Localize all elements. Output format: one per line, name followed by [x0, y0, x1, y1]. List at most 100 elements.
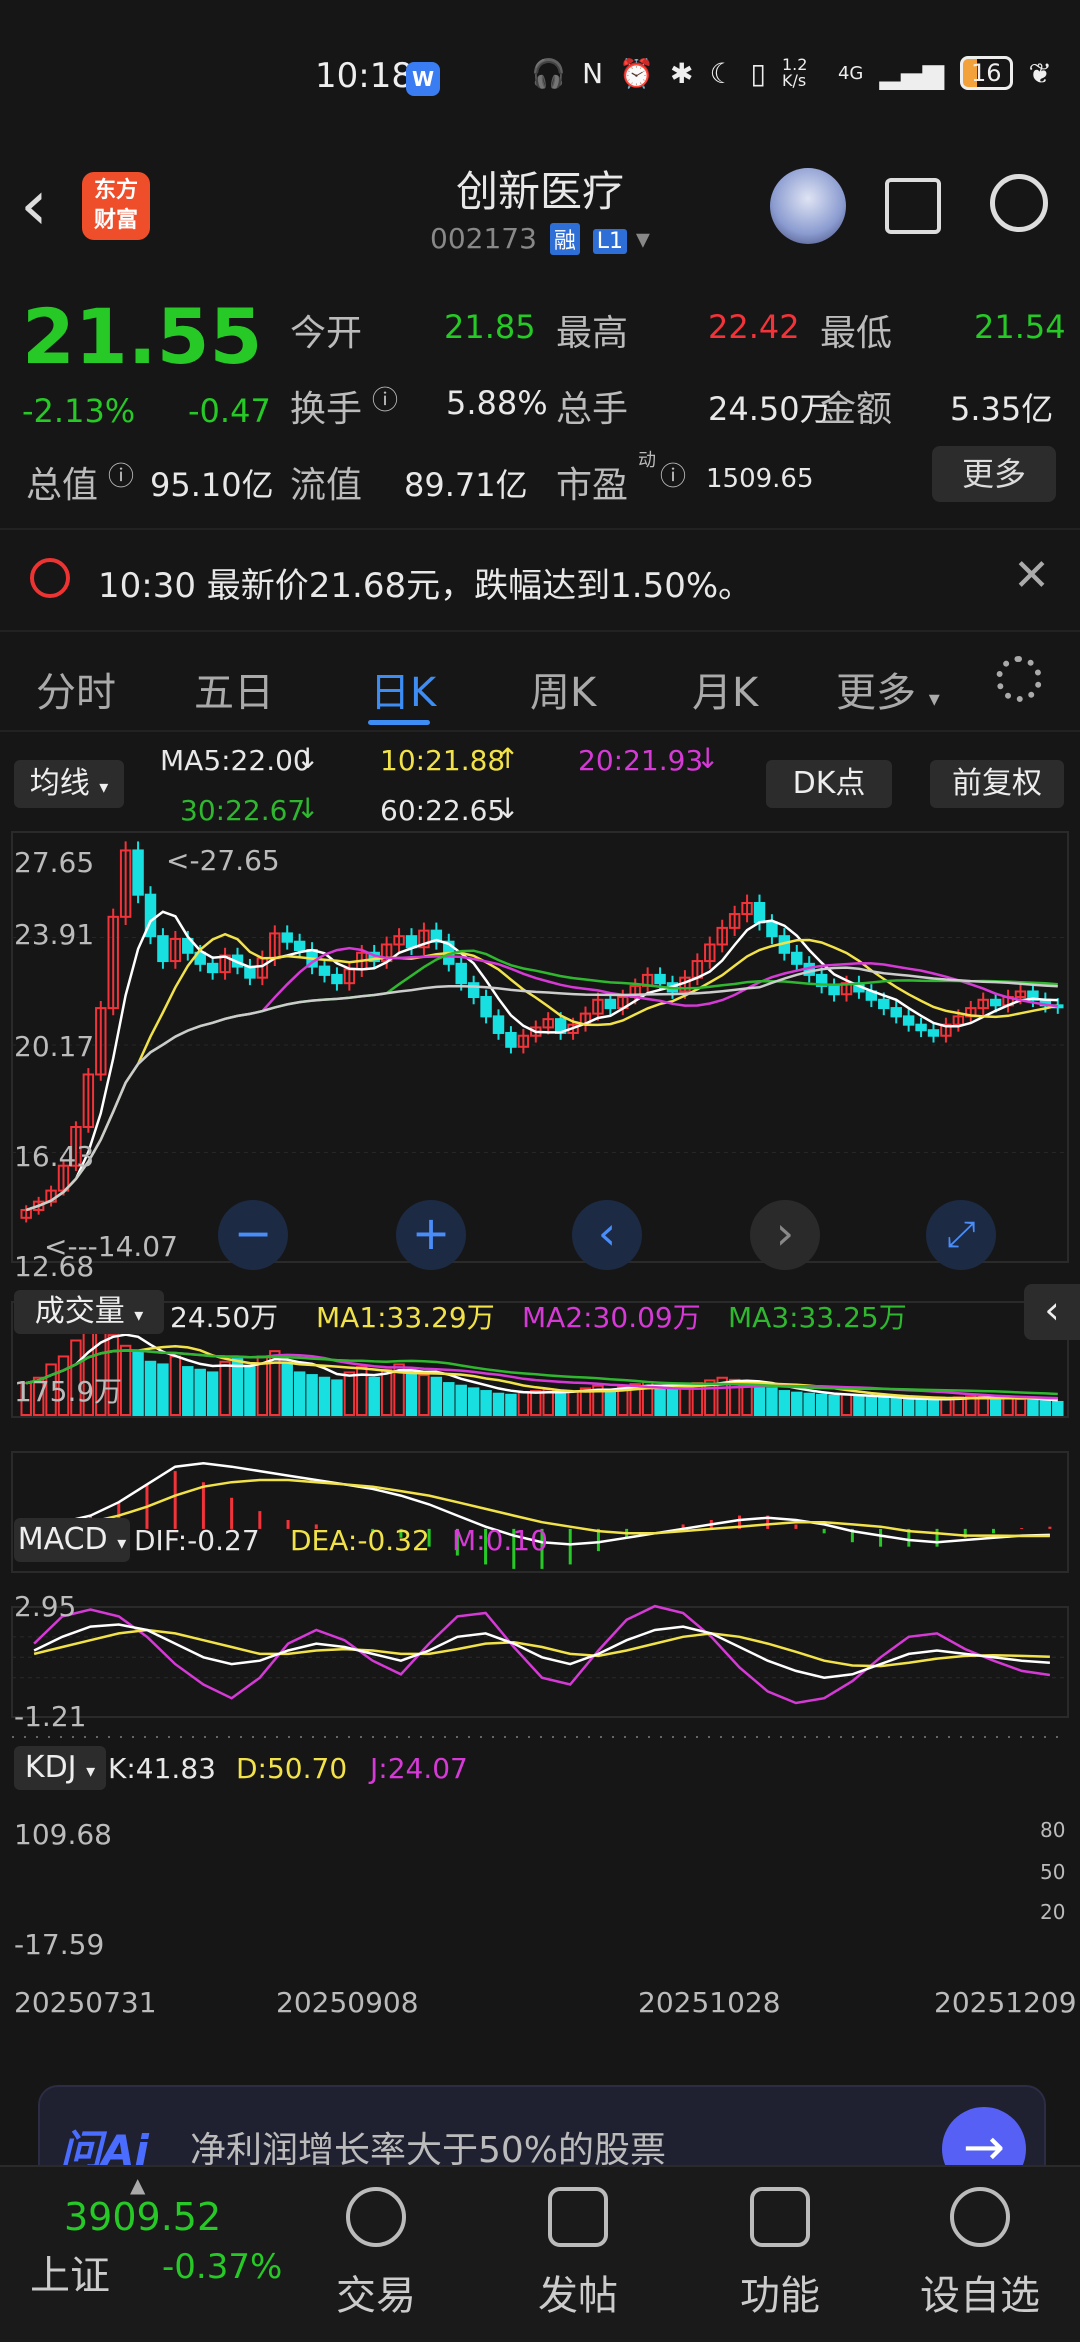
float-label: 流值: [290, 465, 363, 506]
min-price-mark: <---14.07: [44, 1230, 178, 1263]
search-icon[interactable]: [990, 174, 1048, 232]
volume-bar: [791, 1391, 803, 1416]
zoom-out-button[interactable]: −: [218, 1200, 288, 1270]
kdj-right-tick-80: 80: [1040, 1818, 1066, 1842]
kdj-tick-bottom: -17.59: [14, 1928, 105, 1961]
volume-panel-label: 成交量: [34, 1294, 125, 1329]
zoom-in-button[interactable]: +: [396, 1200, 466, 1270]
ma5-label: MA5:22.00: [160, 744, 311, 777]
high-value: 22.42: [708, 308, 800, 346]
price-tick-1: 23.91: [14, 918, 95, 951]
candle-body: [293, 940, 306, 952]
volume-bar: [878, 1396, 890, 1416]
price-alert-banner[interactable]: 10:30 最新价21.68元，跌幅达到1.50%。 ✕: [0, 528, 1080, 632]
volume-bar: [368, 1376, 380, 1417]
index-value[interactable]: 3909.52: [64, 2195, 221, 2239]
high-label: 最高: [556, 313, 629, 354]
post-icon[interactable]: [548, 2187, 608, 2247]
volume-bar: [840, 1393, 853, 1417]
volume-bar: [157, 1363, 169, 1416]
ma30-line: [25, 949, 1058, 1212]
nav-post[interactable]: 发帖: [498, 2263, 658, 2321]
kline-chart[interactable]: [0, 830, 1080, 2060]
volume-bar: [492, 1392, 505, 1417]
arrow-down-icon: ↓: [296, 792, 320, 825]
nav-trade[interactable]: 交易: [296, 2263, 456, 2321]
macd-dif: DIF:-0.27: [134, 1524, 260, 1557]
ma-selector[interactable]: 均线 ▾: [14, 760, 124, 808]
fullscreen-button[interactable]: ⤢: [926, 1200, 996, 1270]
nav-functions[interactable]: 功能: [700, 2263, 860, 2321]
pe-info-icon[interactable]: ⓘ: [660, 456, 686, 493]
side-panel-toggle[interactable]: ‹: [1024, 1284, 1080, 1340]
low-label: 最低: [820, 313, 893, 354]
gear-icon[interactable]: [996, 656, 1042, 702]
candle-body: [766, 921, 778, 938]
mktcap-info-icon[interactable]: ⓘ: [108, 456, 134, 493]
share-icon[interactable]: [885, 178, 941, 234]
status-time: 10:18: [315, 56, 413, 96]
kdj-j: J:24.07: [370, 1752, 468, 1785]
alert-text: 10:30 最新价21.68元，跌幅达到1.50%。: [98, 566, 753, 606]
date-tick-0: 20250731: [14, 1986, 157, 2019]
indicator-selector-volume[interactable]: 成交量 ▾: [14, 1290, 164, 1334]
index-name[interactable]: 上证: [30, 2243, 110, 2301]
kdj-right-tick-20: 20: [1040, 1900, 1066, 1924]
turnover-info-icon[interactable]: ⓘ: [372, 380, 398, 417]
ma30-label: 30:22.67: [180, 794, 306, 827]
tab-five-day[interactable]: 五日: [194, 660, 274, 718]
tab-intraday[interactable]: 分时: [36, 660, 116, 718]
volume-bar: [182, 1366, 194, 1416]
volume-bar: [865, 1396, 878, 1416]
ma-selector-label: 均线: [29, 766, 90, 801]
volume-bar: [517, 1391, 530, 1416]
net-speed: 1.2 K/s: [781, 55, 808, 90]
price-tick-0: 27.65: [14, 846, 95, 879]
volume-bar: [443, 1382, 455, 1416]
kdj-tick-top: 109.68: [14, 1818, 112, 1851]
scroll-right-button[interactable]: ›: [750, 1200, 820, 1270]
kdj-d: D:50.70: [236, 1752, 348, 1785]
candle-body: [753, 901, 766, 924]
watchlist-icon[interactable]: [950, 2187, 1010, 2247]
indicator-selector-macd[interactable]: MACD ▾: [14, 1518, 130, 1562]
adjust-mode-button[interactable]: 前复权: [930, 760, 1064, 808]
volume-bar: [828, 1394, 840, 1416]
nav-watchlist[interactable]: 设自选: [900, 2263, 1060, 2321]
volume-label: 总手: [556, 389, 629, 430]
indicator-selector-kdj[interactable]: KDJ ▾: [14, 1746, 106, 1790]
candle-body: [989, 998, 1002, 1007]
macd-m: M:0.10: [452, 1524, 548, 1557]
ma60-label: 60:22.65: [380, 794, 506, 827]
close-icon[interactable]: ✕: [1013, 550, 1050, 601]
tab-monthly-k[interactable]: 月K: [692, 660, 758, 718]
more-quote-button[interactable]: 更多: [932, 446, 1056, 502]
price-tick-2: 20.17: [14, 1030, 95, 1063]
pe-value: 1509.65: [706, 464, 814, 494]
macd-tick-top: 2.95: [14, 1590, 77, 1623]
trade-icon[interactable]: [346, 2187, 406, 2247]
scroll-left-button[interactable]: ‹: [572, 1200, 642, 1270]
tab-more[interactable]: 更多 ▾: [836, 660, 940, 718]
date-tick-1: 20250908: [276, 1986, 419, 2019]
volume-bar: [567, 1390, 579, 1417]
functions-icon[interactable]: [750, 2187, 810, 2247]
candle-body: [492, 1015, 505, 1034]
candle-body: [604, 998, 617, 1010]
turnover-value: 5.88%: [446, 384, 548, 422]
stock-code: 002173: [430, 222, 537, 255]
volume-bar: [343, 1371, 356, 1417]
ma20-label: 20:21.93: [578, 744, 704, 777]
dk-points-button[interactable]: DK点: [766, 760, 892, 808]
robot-assistant-icon[interactable]: [770, 168, 846, 244]
tab-daily-k[interactable]: 日K: [370, 660, 436, 718]
volume-value: 24.50万: [708, 390, 832, 428]
volume-bar: [405, 1371, 418, 1417]
kdj-graph: [12, 1604, 1068, 1705]
panel-frame-price: [11, 831, 1069, 1263]
candle-body: [281, 932, 293, 943]
candle-body: [505, 1031, 517, 1048]
tab-more-label: 更多: [836, 670, 916, 716]
volume-bar: [480, 1390, 492, 1416]
tab-weekly-k[interactable]: 周K: [530, 660, 596, 718]
